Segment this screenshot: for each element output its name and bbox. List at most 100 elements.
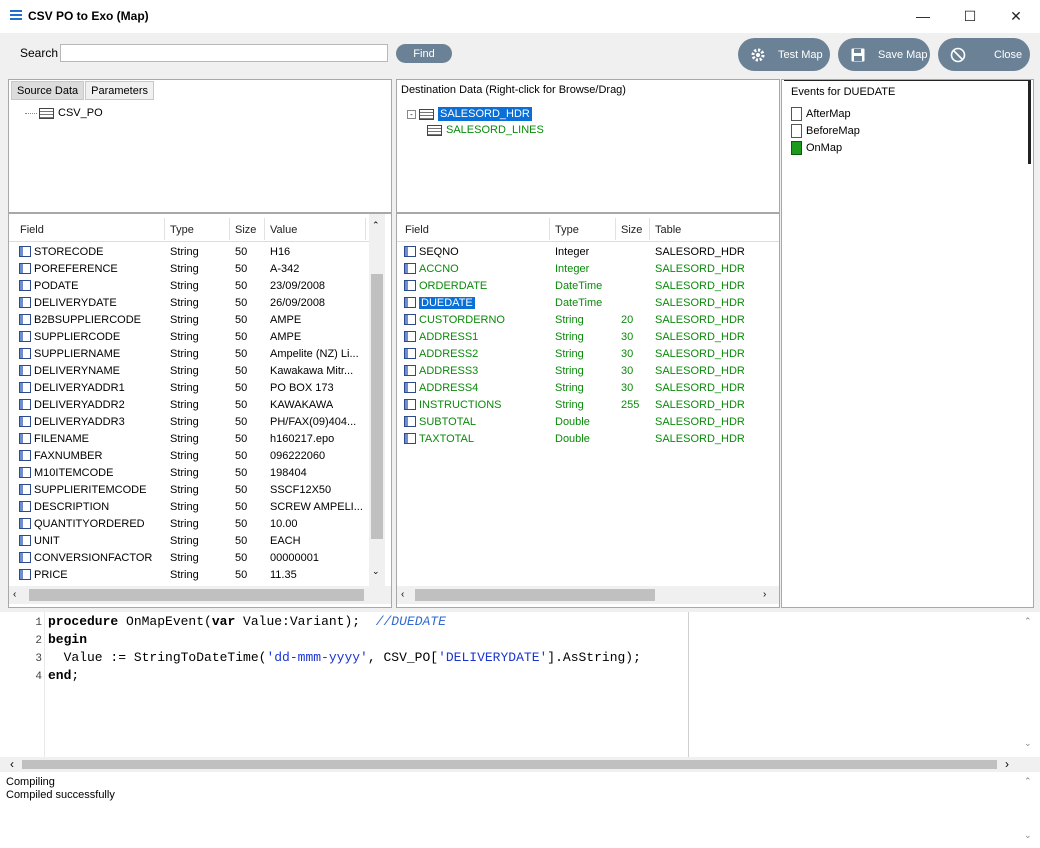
type-cell: String [170,568,199,581]
table-row[interactable]: UNIT String 50 EACH [9,532,369,549]
table-row[interactable]: TAXTOTAL Double SALESORD_HDR [397,430,779,447]
table-row[interactable]: INSTRUCTIONS String 255 SALESORD_HDR [397,396,779,413]
table-row[interactable]: POREFERENCE String 50 A-342 [9,260,369,277]
scroll-left-icon[interactable]: ‹ [13,589,16,600]
event-item[interactable]: OnMap [791,139,860,156]
column-header-type[interactable]: Type [555,224,579,236]
column-header-size[interactable]: Size [621,224,642,236]
scroll-up-icon[interactable]: ⌃ [1024,776,1032,787]
scroll-down-icon[interactable]: ⌄ [1024,738,1032,749]
table-row[interactable]: ADDRESS2 String 30 SALESORD_HDR [397,345,779,362]
code-editor[interactable]: 1 procedure OnMapEvent(var Value:Variant)… [0,612,1040,757]
scroll-down-icon[interactable]: ⌄ [1024,830,1032,841]
app-menu-icon[interactable] [10,10,22,20]
minimize-icon[interactable]: — [900,0,946,32]
table-row[interactable]: ORDERDATE DateTime SALESORD_HDR [397,277,779,294]
column-header-type[interactable]: Type [170,224,194,236]
event-item[interactable]: AfterMap [791,105,860,122]
event-item[interactable]: BeforeMap [791,122,860,139]
column-header-table[interactable]: Table [655,224,681,236]
field-cell: ACCNO [404,263,549,275]
tab-parameters[interactable]: Parameters [85,81,155,100]
table-row[interactable]: DELIVERYNAME String 50 Kawakawa Mitr... [9,362,369,379]
scroll-right-icon[interactable]: › [763,589,766,600]
scroll-up-icon[interactable]: ⌃ [1024,616,1032,627]
search-input[interactable] [60,44,388,62]
size-cell: 50 [235,500,248,513]
close-window-icon[interactable]: ✕ [993,0,1039,32]
table-row[interactable]: SUBTOTAL Double SALESORD_HDR [397,413,779,430]
column-header-value[interactable]: Value [270,224,297,236]
table-row[interactable]: DESCRIPTION String 50 SCREW AMPELI... [9,498,369,515]
field-cell: ADDRESS4 [404,382,549,394]
close-button[interactable]: Close [938,38,1030,71]
scroll-left-icon[interactable]: ‹ [401,589,404,600]
table-row[interactable]: DELIVERYDATE String 50 26/09/2008 [9,294,369,311]
source-vertical-scrollbar[interactable]: ⌃ ⌄ [369,214,385,586]
collapse-icon[interactable]: - [407,109,416,119]
table-row[interactable]: ACCNO Integer SALESORD_HDR [397,260,779,277]
table-row[interactable]: DELIVERYADDR3 String 50 PH/FAX(09)404... [9,413,369,430]
table-row[interactable]: FAXNUMBER String 50 096222060 [9,447,369,464]
field-icon [19,297,31,309]
code-token: begin [48,632,88,647]
field-icon [404,263,416,275]
tree-node-csv-po[interactable]: CSV_PO [25,105,103,121]
tab-source-data[interactable]: Source Data [11,81,85,100]
type-cell: String [170,500,199,513]
destination-horizontal-scrollbar[interactable]: ‹ › [397,586,779,604]
save-map-button[interactable]: Save Map [838,38,930,71]
field-cell: SUPPLIERCODE [19,331,164,343]
field-name: DELIVERYADDR3 [34,415,125,428]
table-row[interactable]: CUSTORDERNO String 20 SALESORD_HDR [397,311,779,328]
table-row[interactable]: PODATE String 50 23/09/2008 [9,277,369,294]
size-cell: 50 [235,347,248,360]
field-name: UNIT [34,534,60,547]
maximize-icon[interactable]: ☐ [947,0,993,32]
table-row[interactable]: DUEDATE DateTime SALESORD_HDR [397,294,779,311]
table-row[interactable]: SUPPLIERITEMCODE String 50 SSCF12X50 [9,481,369,498]
table-row[interactable]: DELIVERYADDR1 String 50 PO BOX 173 [9,379,369,396]
source-horizontal-scrollbar[interactable]: ‹ [9,586,391,604]
find-button[interactable]: Find [396,44,452,63]
cancel-icon [950,47,966,63]
table-row[interactable]: SUPPLIERNAME String 50 Ampelite (NZ) Li... [9,345,369,362]
type-cell: String [170,364,199,377]
editor-horizontal-scrollbar[interactable]: ‹ › [0,757,1040,772]
tree-node-salesord-hdr[interactable]: - SALESORD_HDR [407,106,532,122]
table-row[interactable]: PRICE String 50 11.35 [9,566,369,583]
type-cell: Integer [555,262,590,275]
save-map-label: Save Map [878,48,928,61]
scroll-down-icon[interactable]: ⌄ [372,566,380,577]
column-header-field[interactable]: Field [405,224,429,236]
table-row[interactable]: ADDRESS4 String 30 SALESORD_HDR [397,379,779,396]
table-row[interactable]: SEQNO Integer SALESORD_HDR [397,243,779,260]
scroll-up-icon[interactable]: ⌃ [372,220,380,231]
scroll-right-icon[interactable]: › [1005,757,1009,771]
table-row[interactable]: STORECODE String 50 H16 [9,243,369,260]
table-row[interactable]: FILENAME String 50 h160217.epo [9,430,369,447]
editor-vertical-scrollbar[interactable]: ⌃ ⌄ [1020,614,1038,754]
table-row[interactable]: SUPPLIERCODE String 50 AMPE [9,328,369,345]
column-header-size[interactable]: Size [235,224,256,236]
table-row[interactable]: QUANTITYORDERED String 50 10.00 [9,515,369,532]
code-token: Value:Variant); [235,614,376,629]
field-name: POREFERENCE [34,262,118,275]
type-cell: Double [555,415,590,428]
table-row[interactable]: CONVERSIONFACTOR String 50 00000001 [9,549,369,566]
table-row[interactable]: ADDRESS1 String 30 SALESORD_HDR [397,328,779,345]
field-cell: SUBTOTAL [404,416,549,428]
field-icon [404,416,416,428]
scroll-left-icon[interactable]: ‹ [10,757,14,771]
table-row[interactable]: B2BSUPPLIERCODE String 50 AMPE [9,311,369,328]
field-cell: DELIVERYADDR1 [19,382,164,394]
field-cell: QUANTITYORDERED [19,518,164,530]
type-cell: String [170,347,199,360]
tree-node-salesord-lines[interactable]: SALESORD_LINES [427,122,544,138]
table-row[interactable]: M10ITEMCODE String 50 198404 [9,464,369,481]
table-row[interactable]: ADDRESS3 String 30 SALESORD_HDR [397,362,779,379]
test-map-button[interactable]: Test Map [738,38,830,71]
table-row[interactable]: DELIVERYADDR2 String 50 KAWAKAWA [9,396,369,413]
column-header-field[interactable]: Field [20,224,44,236]
table-cell: SALESORD_HDR [655,262,745,275]
